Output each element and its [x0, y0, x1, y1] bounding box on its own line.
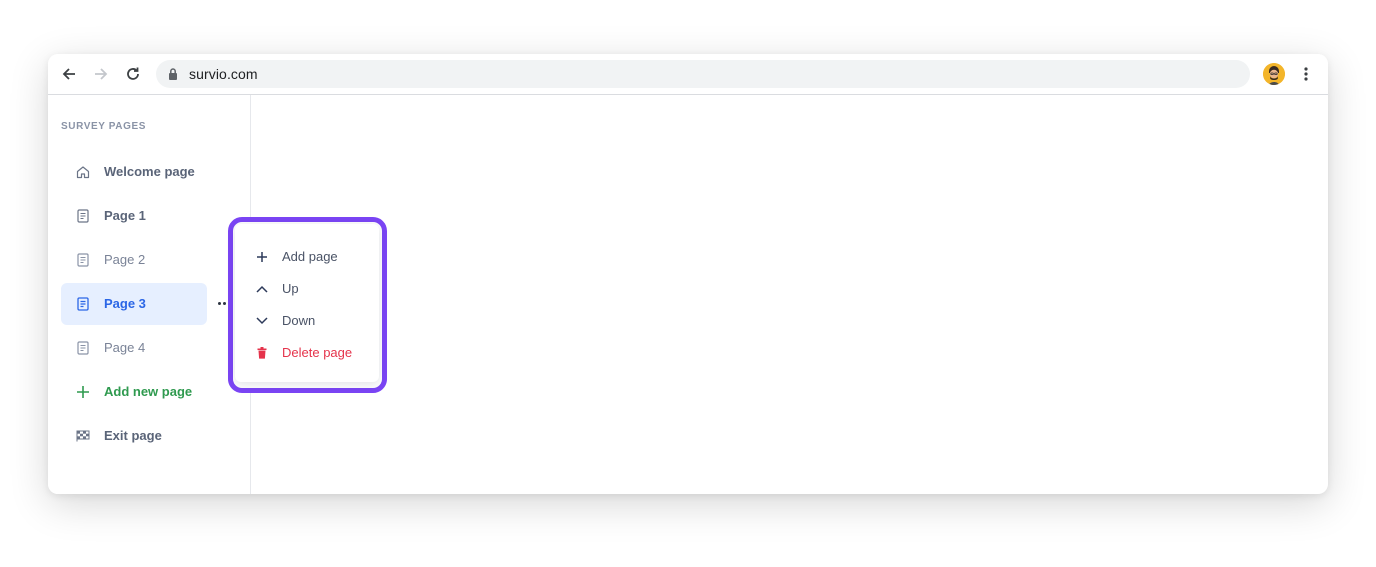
chevron-up-icon	[255, 282, 269, 296]
sidebar-item-label: Add new page	[104, 384, 193, 399]
sidebar-item-label: Welcome page	[104, 164, 195, 179]
sidebar-item-label: Page 1	[104, 208, 146, 223]
address-bar[interactable]: survio.com	[156, 60, 1250, 88]
home-icon	[75, 164, 91, 180]
page-options-button[interactable]	[216, 297, 228, 309]
arrow-right-icon	[95, 68, 108, 80]
page-icon	[75, 296, 91, 312]
page-icon	[75, 252, 91, 268]
sidebar-item-label: Page 2	[104, 252, 146, 267]
sidebar-item-page-2[interactable]: Page 2	[61, 239, 207, 281]
chevron-down-icon	[255, 314, 269, 328]
menu-item-down[interactable]: Down	[235, 307, 379, 335]
reload-icon	[127, 67, 139, 80]
sidebar-item-page-3[interactable]: Page 3	[61, 283, 207, 325]
menu-item-label: Add page	[282, 249, 338, 264]
menu-item-label: Up	[282, 281, 299, 296]
arrow-left-icon	[62, 68, 75, 80]
sidebar-heading: SURVEY PAGES	[61, 121, 147, 132]
sidebar-item-exit-page[interactable]: Exit page	[61, 415, 207, 457]
menu-item-delete-page[interactable]: Delete page	[235, 339, 379, 367]
plus-icon	[75, 384, 91, 400]
person-avatar-icon	[1263, 63, 1285, 85]
reload-button[interactable]	[121, 62, 145, 86]
menu-item-add-page[interactable]: Add page	[235, 243, 379, 271]
url-text: survio.com	[189, 66, 258, 82]
forward-button[interactable]	[89, 62, 113, 86]
vertical-dots-icon	[1304, 67, 1308, 81]
browser-toolbar: survio.com	[48, 54, 1328, 95]
add-new-page-button[interactable]: Add new page	[61, 371, 207, 413]
sidebar-item-label: Exit page	[104, 428, 162, 443]
dot-icon	[223, 301, 226, 305]
sidebar-item-label: Page 3	[104, 296, 146, 311]
page-icon	[75, 208, 91, 224]
survey-pages-sidebar: SURVEY PAGES Welcome page Page 1 Page 2 …	[48, 95, 251, 494]
sidebar-item-page-1[interactable]: Page 1	[61, 195, 207, 237]
menu-item-label: Delete page	[282, 345, 353, 360]
page-context-menu: Add page Up Down Delete page	[235, 224, 379, 382]
trash-icon	[255, 346, 269, 360]
sidebar-item-label: Page 4	[104, 340, 146, 355]
page-icon	[75, 340, 91, 356]
menu-item-up[interactable]: Up	[235, 275, 379, 303]
dot-icon	[218, 301, 221, 305]
menu-item-label: Down	[282, 313, 316, 328]
browser-menu-button[interactable]	[1296, 62, 1316, 86]
finish-flag-icon	[75, 428, 91, 444]
profile-avatar[interactable]	[1263, 63, 1285, 85]
lock-icon	[169, 68, 177, 80]
back-button[interactable]	[57, 62, 81, 86]
sidebar-item-page-4[interactable]: Page 4	[61, 327, 207, 369]
sidebar-item-welcome-page[interactable]: Welcome page	[61, 151, 207, 193]
plus-icon	[255, 250, 269, 264]
